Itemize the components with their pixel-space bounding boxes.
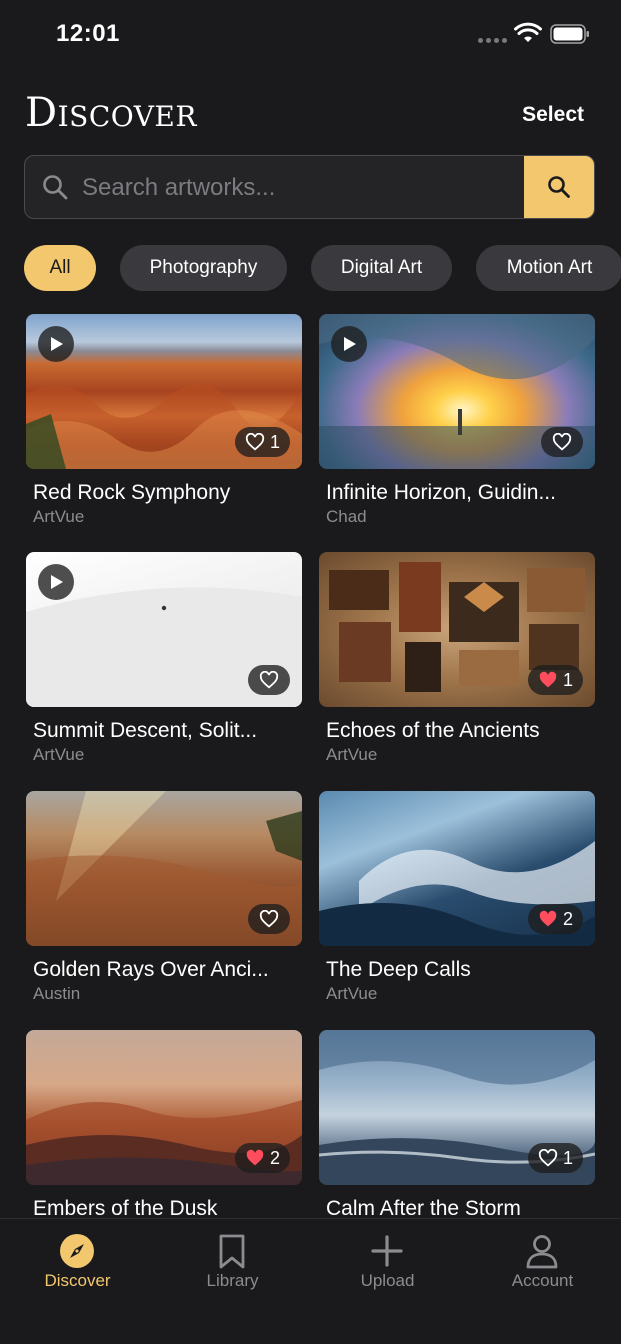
like-button[interactable] bbox=[248, 665, 290, 695]
artwork-title: Echoes of the Ancients bbox=[326, 719, 540, 742]
artwork-title: Red Rock Symphony bbox=[33, 481, 231, 504]
artwork-card[interactable]: 1 Calm After the Storm bbox=[319, 1030, 595, 1221]
play-icon bbox=[51, 337, 63, 351]
select-button[interactable]: Select bbox=[506, 100, 584, 130]
artwork-author: Austin bbox=[33, 984, 81, 1003]
like-count: 2 bbox=[269, 1147, 280, 1168]
artwork-thumbnail[interactable]: 1 bbox=[319, 1030, 595, 1185]
artwork-author: ArtVue bbox=[33, 507, 85, 526]
status-time: 12:01 bbox=[56, 20, 120, 47]
heart-filled-icon bbox=[246, 1149, 264, 1166]
artwork-thumbnail[interactable]: 2 bbox=[319, 791, 595, 946]
artwork-card[interactable]: 2 Embers of the Dusk bbox=[26, 1030, 302, 1221]
artwork-title: Golden Rays Over Anci... bbox=[33, 958, 269, 981]
like-button[interactable] bbox=[248, 904, 290, 934]
tab-label: Library bbox=[206, 1271, 259, 1290]
like-button[interactable] bbox=[541, 427, 583, 457]
tab-label: Upload bbox=[360, 1271, 415, 1290]
artwork-title: Summit Descent, Solit... bbox=[33, 719, 258, 742]
artwork-author: ArtVue bbox=[326, 984, 378, 1003]
play-button[interactable] bbox=[331, 326, 367, 362]
artwork-card[interactable]: 1 Echoes of the Ancients ArtVue bbox=[319, 552, 595, 765]
compass-icon bbox=[60, 1234, 94, 1268]
page-title: Discover bbox=[25, 90, 197, 136]
tab-upload[interactable]: Upload bbox=[310, 1219, 465, 1299]
filter-chips: All Photography Digital Art Motion Art bbox=[24, 245, 621, 291]
artwork-thumbnail[interactable]: 1 bbox=[26, 314, 302, 469]
search-icon bbox=[548, 176, 570, 198]
filter-chip-photography[interactable]: Photography bbox=[120, 245, 287, 291]
artwork-thumbnail[interactable] bbox=[319, 314, 595, 469]
tab-account[interactable]: Account bbox=[465, 1219, 620, 1299]
heart-outline-icon bbox=[538, 1149, 558, 1167]
play-button[interactable] bbox=[38, 564, 74, 600]
play-icon bbox=[344, 337, 356, 351]
search-bar bbox=[24, 155, 595, 219]
heart-outline-icon bbox=[259, 910, 279, 928]
artwork-author: ArtVue bbox=[33, 745, 85, 764]
like-count: 1 bbox=[269, 431, 280, 452]
artwork-thumbnail[interactable]: 1 bbox=[319, 552, 595, 707]
tab-library[interactable]: Library bbox=[155, 1219, 310, 1299]
like-button[interactable]: 2 bbox=[234, 1143, 290, 1173]
artwork-card[interactable]: 1 Red Rock Symphony ArtVue bbox=[26, 314, 302, 527]
person-icon bbox=[526, 1235, 558, 1269]
artwork-thumbnail[interactable]: 2 bbox=[26, 1030, 302, 1185]
search-submit-button[interactable] bbox=[524, 156, 594, 218]
like-count: 1 bbox=[562, 1147, 573, 1168]
play-icon bbox=[51, 575, 63, 589]
heart-filled-icon bbox=[539, 671, 557, 688]
filter-chip-all[interactable]: All bbox=[24, 245, 96, 291]
like-button[interactable]: 1 bbox=[234, 427, 290, 457]
heart-filled-icon bbox=[539, 910, 557, 927]
artwork-title: The Deep Calls bbox=[326, 958, 471, 981]
artwork-thumbnail[interactable] bbox=[26, 791, 302, 946]
artwork-card[interactable]: Infinite Horizon, Guidin... Chad bbox=[319, 314, 595, 527]
battery-icon bbox=[550, 24, 589, 44]
cellular-signal-icon bbox=[478, 38, 507, 43]
artwork-author: ArtVue bbox=[326, 745, 378, 764]
filter-chip-digital-art[interactable]: Digital Art bbox=[311, 245, 452, 291]
heart-outline-icon bbox=[259, 671, 279, 689]
artwork-card[interactable]: 2 The Deep Calls ArtVue bbox=[319, 791, 595, 1004]
play-button[interactable] bbox=[38, 326, 74, 362]
artwork-card[interactable]: Golden Rays Over Anci... Austin bbox=[26, 791, 302, 1004]
like-count: 2 bbox=[562, 908, 573, 929]
tab-bar: Discover Library Upload Account bbox=[0, 1218, 621, 1344]
search-icon bbox=[43, 175, 68, 200]
like-button[interactable]: 1 bbox=[527, 1143, 583, 1173]
tab-discover[interactable]: Discover bbox=[0, 1219, 155, 1299]
heart-outline-icon bbox=[552, 433, 572, 451]
bookmark-icon bbox=[219, 1234, 245, 1269]
discover-screen: 12:01 Discover Select All bbox=[0, 0, 621, 1344]
filter-chip-motion-art[interactable]: Motion Art bbox=[476, 245, 621, 291]
artwork-author: Chad bbox=[326, 507, 367, 526]
artwork-card[interactable]: Summit Descent, Solit... ArtVue bbox=[26, 552, 302, 765]
tab-label: Discover bbox=[44, 1271, 111, 1290]
artwork-thumbnail[interactable] bbox=[26, 552, 302, 707]
wifi-icon bbox=[514, 22, 542, 42]
plus-icon bbox=[371, 1235, 403, 1267]
like-button[interactable]: 1 bbox=[527, 665, 583, 695]
status-bar: 12:01 bbox=[0, 0, 621, 70]
search-input[interactable] bbox=[80, 156, 524, 218]
artwork-title: Infinite Horizon, Guidin... bbox=[326, 481, 556, 504]
like-button[interactable]: 2 bbox=[527, 904, 583, 934]
heart-outline-icon bbox=[245, 433, 265, 451]
tab-label: Account bbox=[511, 1271, 574, 1290]
like-count: 1 bbox=[562, 669, 573, 690]
